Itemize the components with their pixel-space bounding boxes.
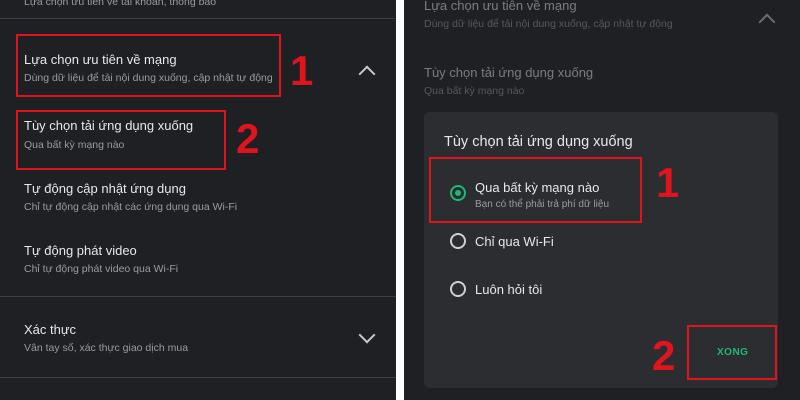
network-prefs-title: Lựa chọn ưu tiên về mạng bbox=[424, 0, 577, 13]
chevron-up-icon bbox=[758, 13, 776, 31]
settings-screen-right: Lựa chọn ưu tiên về mạng Dùng dữ liệu để… bbox=[404, 0, 800, 400]
radio-icon[interactable] bbox=[450, 281, 466, 297]
divider bbox=[0, 18, 396, 19]
step-marker-2: 2 bbox=[236, 115, 260, 162]
auto-update-subtitle: Chỉ tự động cập nhật các ứng dụng qua Wi… bbox=[24, 201, 238, 213]
download-pref-title: Tùy chọn tải ứng dụng xuống bbox=[424, 65, 594, 80]
settings-screen-left: Lựa chọn ưu tiên về tài khoản, thông báo… bbox=[0, 0, 396, 400]
option-label: Luôn hỏi tôi bbox=[475, 282, 543, 297]
highlight-box-1 bbox=[429, 157, 642, 223]
autoplay-video-subtitle: Chỉ tự động phát video qua Wi-Fi bbox=[24, 263, 179, 275]
auto-update-title: Tự động cập nhật ứng dụng bbox=[24, 181, 186, 196]
radio-icon[interactable] bbox=[450, 233, 466, 249]
chevron-down-icon[interactable] bbox=[358, 326, 376, 344]
account-prefs-subtitle: Lựa chọn ưu tiên về tài khoản, thông báo bbox=[24, 0, 217, 8]
step-marker-2: 2 bbox=[652, 332, 676, 379]
divider bbox=[0, 377, 396, 378]
step-marker-1: 1 bbox=[290, 47, 314, 94]
authentication-subtitle: Vân tay số, xác thực giao dịch mua bbox=[24, 342, 189, 354]
network-prefs-subtitle: Dùng dữ liệu để tải nội dung xuống, cập … bbox=[424, 18, 673, 30]
option-label: Chỉ qua Wi-Fi bbox=[475, 234, 554, 249]
divider bbox=[0, 296, 396, 297]
authentication-title: Xác thực bbox=[24, 322, 77, 337]
highlight-box-2 bbox=[687, 325, 777, 380]
dialog-title: Tùy chọn tải ứng dụng xuống bbox=[444, 134, 633, 150]
autoplay-video-title: Tự động phát video bbox=[24, 243, 137, 258]
step-marker-1: 1 bbox=[656, 159, 680, 206]
download-pref-subtitle: Qua bất kỳ mạng nào bbox=[424, 85, 525, 97]
highlight-box-2 bbox=[16, 110, 226, 170]
chevron-up-icon[interactable] bbox=[358, 65, 376, 83]
highlight-box-1 bbox=[16, 34, 281, 97]
